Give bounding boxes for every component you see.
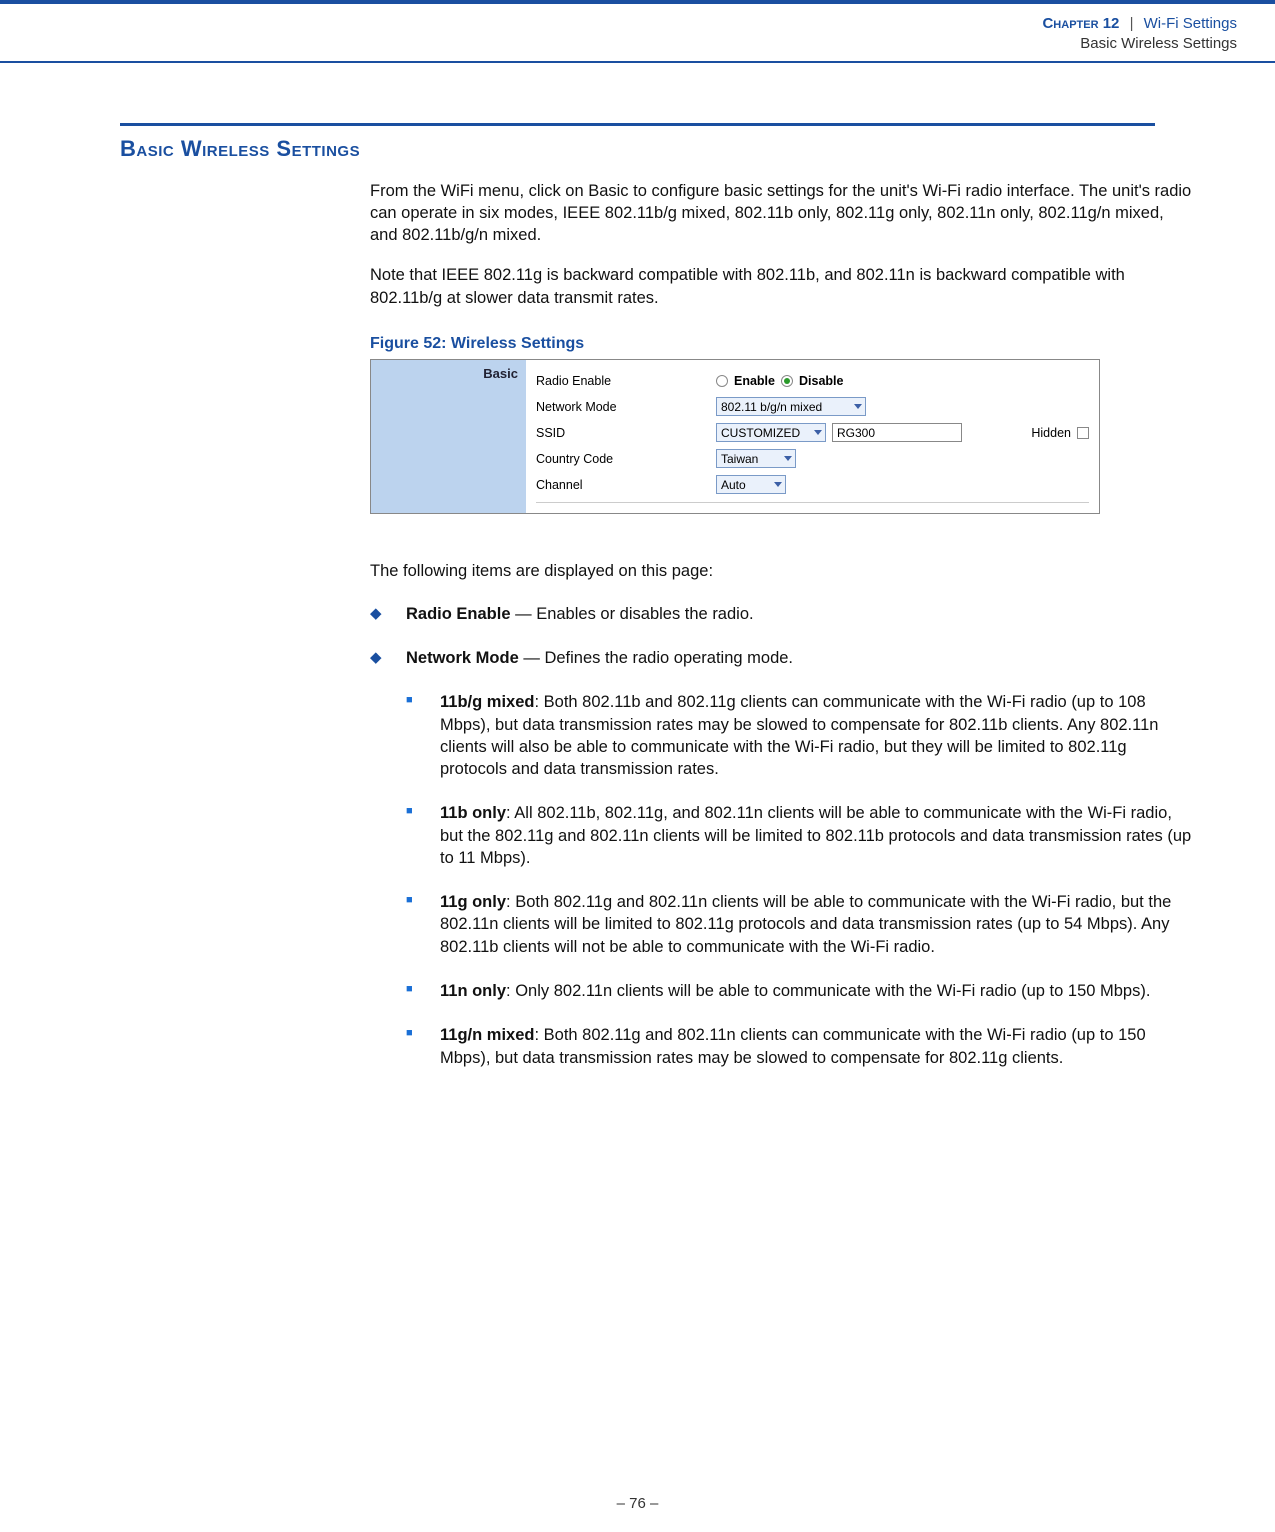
- paragraph-intro-1: From the WiFi menu, click on Basic to co…: [370, 180, 1195, 247]
- figure-caption: Figure 52: Wireless Settings: [370, 335, 1195, 353]
- mode-desc: : Both 802.11g and 802.11n clients can c…: [440, 1026, 1146, 1066]
- list-intro-text: The following items are displayed on thi…: [370, 562, 1195, 581]
- mode-item-11g-only: 11g only: Both 802.11g and 802.11n clien…: [370, 891, 1195, 958]
- chapter-separator: |: [1130, 15, 1134, 32]
- field-label-radio-enable: Radio Enable: [536, 374, 716, 388]
- mode-item-11n-only: 11n only: Only 802.11n clients will be a…: [370, 980, 1195, 1002]
- chapter-label: Chapter 12: [1042, 15, 1119, 32]
- network-mode-select[interactable]: 802.11 b/g/n mixed: [716, 397, 866, 416]
- mode-item-11bg-mixed: 11b/g mixed: Both 802.11b and 802.11g cl…: [370, 691, 1195, 780]
- ssid-type-select[interactable]: CUSTOMIZED: [716, 423, 826, 442]
- channel-select[interactable]: Auto: [716, 475, 786, 494]
- mode-item-11gn-mixed: 11g/n mixed: Both 802.11g and 802.11n cl…: [370, 1024, 1195, 1069]
- item-title-radio-enable: Radio Enable: [406, 605, 511, 623]
- mode-item-11b-only: 11b only: All 802.11b, 802.11g, and 802.…: [370, 802, 1195, 869]
- chapter-title: Wi-Fi Settings: [1144, 15, 1237, 32]
- screenshot-divider: [536, 502, 1089, 503]
- header-rule: [0, 61, 1275, 63]
- list-item-network-mode: Network Mode — Defines the radio operati…: [370, 647, 1195, 669]
- chapter-subtitle: Basic Wireless Settings: [1080, 35, 1237, 52]
- mode-title: 11b/g mixed: [440, 693, 534, 711]
- mode-title: 11n only: [440, 982, 506, 1000]
- mode-title: 11g only: [440, 893, 506, 911]
- mode-title: 11b only: [440, 804, 506, 822]
- mode-desc: : All 802.11b, 802.11g, and 802.11n clie…: [440, 804, 1191, 867]
- hidden-label: Hidden: [1031, 426, 1071, 440]
- radio-enable-label-disable: Disable: [799, 374, 843, 388]
- mode-desc: : Both 802.11g and 802.11n clients will …: [440, 893, 1171, 956]
- mode-desc: : Both 802.11b and 802.11g clients can c…: [440, 693, 1158, 778]
- mode-desc: : Only 802.11n clients will be able to c…: [506, 982, 1150, 1000]
- ssid-input[interactable]: RG300: [832, 423, 962, 442]
- field-label-country: Country Code: [536, 452, 716, 466]
- page-header: Chapter 12 | Wi-Fi Settings Basic Wirele…: [0, 4, 1275, 61]
- screenshot-side-label: Basic: [371, 360, 526, 513]
- section-rule: [120, 123, 1155, 126]
- field-label-network-mode: Network Mode: [536, 400, 716, 414]
- section-heading: Basic Wireless Settings: [120, 136, 1275, 162]
- item-dash: —: [519, 649, 545, 667]
- page-number: – 76 –: [0, 1495, 1275, 1512]
- item-desc-radio-enable: Enables or disables the radio.: [536, 605, 753, 623]
- radio-disable-option[interactable]: [781, 375, 793, 387]
- figure-screenshot: Basic Radio Enable Enable Disable Networ…: [370, 359, 1100, 514]
- paragraph-intro-2: Note that IEEE 802.11g is backward compa…: [370, 264, 1195, 309]
- radio-enable-label-enable: Enable: [734, 374, 775, 388]
- hidden-checkbox[interactable]: [1077, 427, 1089, 439]
- item-dash: —: [511, 605, 537, 623]
- field-label-channel: Channel: [536, 478, 716, 492]
- radio-enable-option[interactable]: [716, 375, 728, 387]
- mode-title: 11g/n mixed: [440, 1026, 534, 1044]
- list-item-radio-enable: Radio Enable — Enables or disables the r…: [370, 603, 1195, 625]
- item-desc-network-mode: Defines the radio operating mode.: [544, 649, 793, 667]
- country-select[interactable]: Taiwan: [716, 449, 796, 468]
- item-title-network-mode: Network Mode: [406, 649, 519, 667]
- field-label-ssid: SSID: [536, 426, 716, 440]
